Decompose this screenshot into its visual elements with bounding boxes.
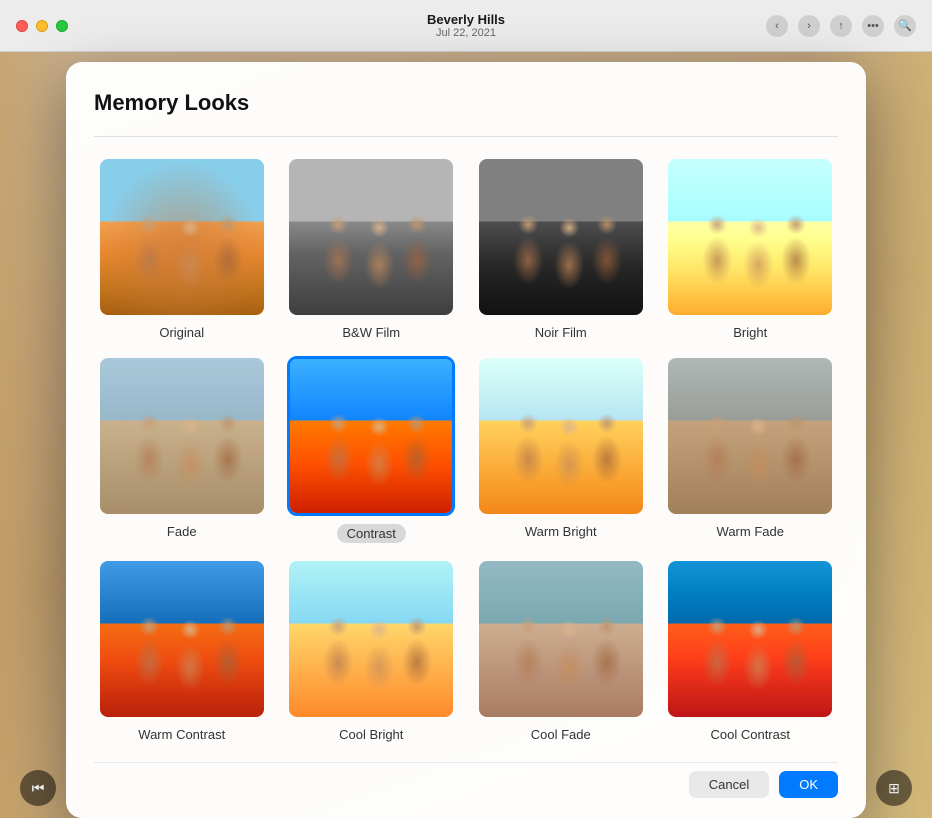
ok-button[interactable]: OK	[779, 771, 838, 798]
look-thumbnail-fade	[98, 356, 266, 516]
people-overlay-noir-film	[479, 159, 643, 315]
look-thumbnail-bright	[666, 157, 834, 317]
look-item-warm-fade[interactable]: Warm Fade	[663, 356, 839, 543]
look-thumbnail-cool-bright	[287, 559, 455, 719]
people-overlay-original	[100, 159, 264, 315]
look-thumbnail-original	[98, 157, 266, 317]
search-button[interactable]: 🔍	[894, 15, 916, 37]
looks-grid: Original B&W Film Noir Film Bright Fade Contr…	[94, 157, 838, 742]
look-thumbnail-warm-contrast	[98, 559, 266, 719]
back-button[interactable]: ‹	[766, 15, 788, 37]
people-overlay-warm-contrast	[100, 561, 264, 717]
titlebar: Beverly Hills Jul 22, 2021 ‹ › ↑ ••• 🔍	[0, 0, 932, 52]
people-overlay-bright	[668, 159, 832, 315]
look-item-bw-film[interactable]: B&W Film	[284, 157, 460, 340]
look-item-fade[interactable]: Fade	[94, 356, 270, 543]
titlebar-right: ‹ › ↑ ••• 🔍	[766, 15, 916, 37]
look-label-warm-bright: Warm Bright	[525, 524, 597, 539]
look-label-bright: Bright	[733, 325, 767, 340]
look-thumbnail-warm-fade	[666, 356, 834, 516]
app-background: ⏮ ⊞ Memory Looks Original B&W Film Noir Fi…	[0, 52, 932, 818]
look-item-cool-contrast[interactable]: Cool Contrast	[663, 559, 839, 742]
people-overlay-contrast	[290, 359, 452, 513]
look-label-bw-film: B&W Film	[342, 325, 400, 340]
people-overlay-warm-bright	[479, 358, 643, 514]
prev-button[interactable]: ⏮	[20, 770, 56, 806]
look-label-fade: Fade	[167, 524, 197, 539]
traffic-lights	[16, 20, 68, 32]
people-overlay-warm-fade	[668, 358, 832, 514]
look-item-cool-fade[interactable]: Cool Fade	[473, 559, 649, 742]
modal-divider	[94, 136, 838, 137]
grid-button[interactable]: ⊞	[876, 770, 912, 806]
people-overlay-cool-contrast	[668, 561, 832, 717]
look-item-bright[interactable]: Bright	[663, 157, 839, 340]
people-overlay-bw-film	[289, 159, 453, 315]
look-label-cool-bright: Cool Bright	[339, 727, 403, 742]
people-overlay-fade	[100, 358, 264, 514]
cancel-button[interactable]: Cancel	[689, 771, 769, 798]
modal-title: Memory Looks	[94, 90, 838, 116]
titlebar-center: Beverly Hills Jul 22, 2021	[427, 12, 505, 39]
look-label-warm-fade: Warm Fade	[717, 524, 784, 539]
look-label-original: Original	[159, 325, 204, 340]
modal-footer: Cancel OK	[94, 762, 838, 798]
look-label-cool-fade: Cool Fade	[531, 727, 591, 742]
forward-button[interactable]: ›	[798, 15, 820, 37]
close-button[interactable]	[16, 20, 28, 32]
people-overlay-cool-bright	[289, 561, 453, 717]
memory-looks-modal: Memory Looks Original B&W Film Noir Film Br…	[66, 62, 866, 818]
fullscreen-button[interactable]	[56, 20, 68, 32]
look-thumbnail-cool-contrast	[666, 559, 834, 719]
look-label-noir-film: Noir Film	[535, 325, 587, 340]
look-item-warm-bright[interactable]: Warm Bright	[473, 356, 649, 543]
look-item-cool-bright[interactable]: Cool Bright	[284, 559, 460, 742]
look-thumbnail-warm-bright	[477, 356, 645, 516]
look-thumbnail-noir-film	[477, 157, 645, 317]
look-item-original[interactable]: Original	[94, 157, 270, 340]
look-thumbnail-contrast	[287, 356, 455, 516]
look-label-contrast: Contrast	[337, 524, 406, 543]
look-item-contrast[interactable]: Contrast	[284, 356, 460, 543]
look-label-cool-contrast: Cool Contrast	[711, 727, 790, 742]
look-thumbnail-cool-fade	[477, 559, 645, 719]
look-item-noir-film[interactable]: Noir Film	[473, 157, 649, 340]
share-button[interactable]: ↑	[830, 15, 852, 37]
look-item-warm-contrast[interactable]: Warm Contrast	[94, 559, 270, 742]
look-label-warm-contrast: Warm Contrast	[138, 727, 225, 742]
window-title: Beverly Hills	[427, 12, 505, 27]
minimize-button[interactable]	[36, 20, 48, 32]
more-button[interactable]: •••	[862, 15, 884, 37]
look-thumbnail-bw-film	[287, 157, 455, 317]
people-overlay-cool-fade	[479, 561, 643, 717]
window-subtitle: Jul 22, 2021	[427, 27, 505, 39]
